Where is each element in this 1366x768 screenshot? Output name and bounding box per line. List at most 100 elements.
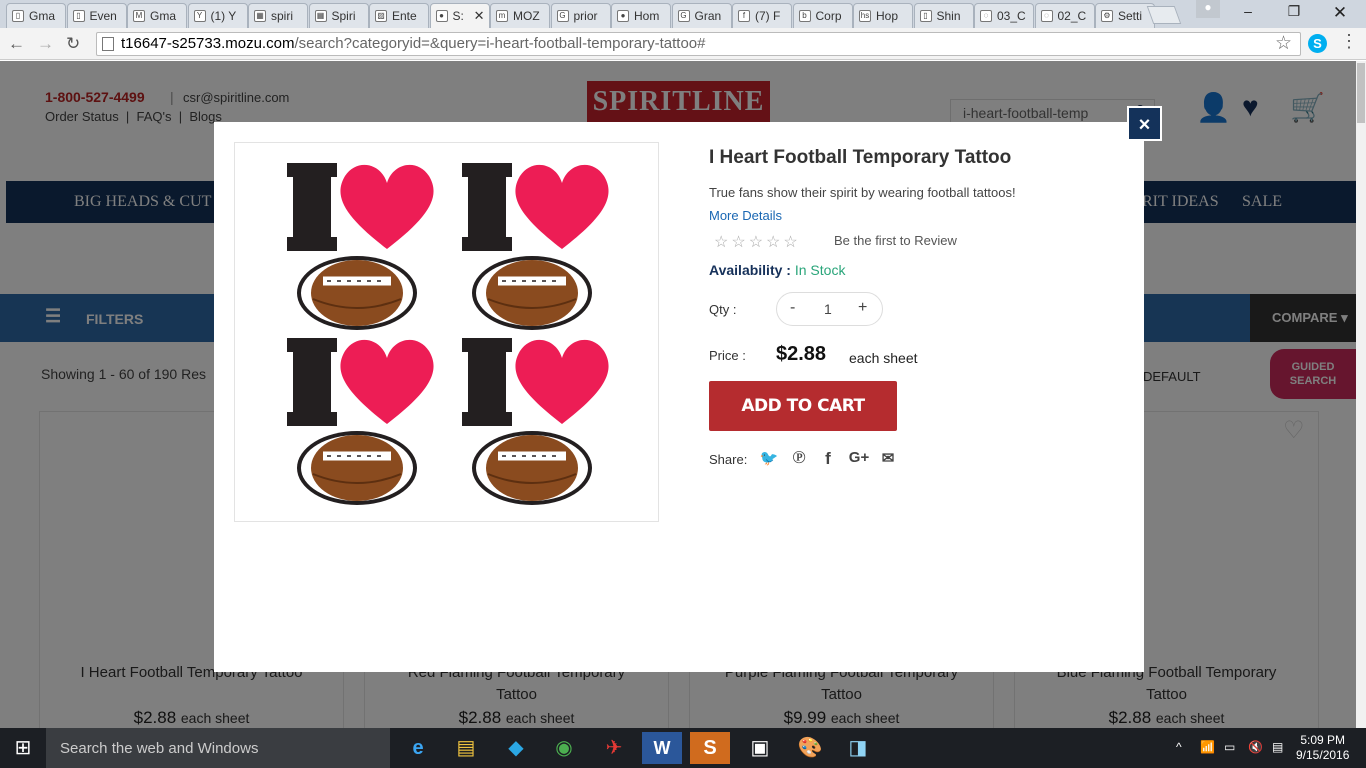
facebook-icon[interactable]: f [818,449,838,468]
volume-icon[interactable]: 🔇 [1248,740,1263,754]
browser-tab[interactable]: hs Hop [853,3,913,28]
review-link[interactable]: Be the first to Review [834,233,957,248]
availability-label: Availability [709,262,783,278]
product-title: I Heart Football Temporary Tattoo [709,147,1012,168]
url-input[interactable]: t16647-s25733.mozu.com/search?categoryid… [96,32,1301,56]
paint-icon[interactable]: 🎨 [790,732,830,764]
profile-icon[interactable]: ● [1196,0,1220,18]
browser-tab[interactable]: Y (1) Y [187,3,248,28]
price-value: $2.88 [776,343,827,365]
browser-tab[interactable]: ◌ 03_C [974,3,1034,28]
email-icon[interactable]: ✉ [878,449,898,467]
file-explorer-icon[interactable]: ▤ [446,732,486,764]
G-favicon-icon: G [556,10,569,22]
clock-time: 5:09 PM [1300,733,1346,747]
qty-increase-button[interactable]: + [858,299,867,317]
browser-tab[interactable]: b Corp [792,3,853,28]
rating-stars[interactable]: ☆☆☆☆☆ [714,232,801,252]
sheet-favicon-icon: ▦ [314,10,327,22]
google-plus-icon[interactable]: G+ [845,449,873,467]
browser-tab-title: 02_C [1057,9,1087,23]
browser-tab[interactable]: ▯ Shin [913,3,974,28]
doc-favicon-icon: ▯ [72,10,85,22]
notes-icon[interactable]: ◨ [838,732,878,764]
back-icon[interactable]: ← [8,34,25,54]
action-center-icon[interactable]: ▤ [1272,740,1283,754]
qty-decrease-button[interactable]: - [790,299,795,317]
browser-tab-title: Spiri [331,9,356,23]
app-icon[interactable]: ✈ [594,732,634,764]
browser-tab[interactable]: ▯ Even [66,3,127,28]
page-scrollbar[interactable] [1356,61,1366,728]
add-to-cart-button[interactable]: ADD TO CART [709,381,897,431]
browser-tab[interactable]: ▯ Gma [6,3,66,28]
close-modal-button[interactable]: × [1127,106,1162,141]
minimize-button[interactable]: – [1233,3,1263,19]
tattoo-sheet-graphic [235,143,658,521]
browser-tab[interactable]: ◌ 02_C [1034,3,1095,28]
quantity-stepper: - 1 + [776,292,883,326]
skype-icon[interactable]: S [690,732,730,764]
browser-tab-title: prior [573,9,598,23]
qty-input[interactable]: 1 [824,301,832,317]
taskbar-clock[interactable]: 5:09 PM 9/15/2016 [1296,733,1349,763]
browser-tab-title: Hop [876,9,899,23]
spin-favicon-icon: ◌ [1040,10,1053,22]
taskbar-search-input[interactable]: Search the web and Windows [46,728,390,768]
browser-tab-title: Gma [150,9,177,23]
product-description: True fans show their spirit by wearing f… [709,185,1016,200]
url-host: t16647-s25733.mozu.com [121,35,295,52]
product-image [234,142,659,522]
close-window-button[interactable]: ✕ [1325,3,1355,23]
chrome-menu-icon[interactable]: ⋮ [1340,31,1358,52]
battery-icon[interactable]: ▭ [1224,740,1235,754]
edge-icon[interactable]: e [398,732,438,764]
sheet-favicon-icon: ▦ [254,10,266,22]
browser-tab-title: spiri [271,9,294,23]
forward-icon[interactable]: → [37,34,54,54]
store-icon[interactable]: ◆ [496,732,536,764]
pinterest-icon[interactable]: ℗ [789,447,809,467]
browser-tab-title: Hom [634,9,660,23]
windows-taskbar: ⊞ Search the web and Windows e ▤ ◆ ◉ ✈ W… [0,728,1366,768]
browser-tab[interactable]: m MOZ [490,3,550,28]
twitter-icon[interactable]: 🐦 [759,449,779,467]
browser-tab[interactable]: ● Hom [611,3,671,28]
word-icon[interactable]: W [642,732,682,764]
browser-tab[interactable]: Gprior [550,3,611,28]
pin-favicon-icon: ● [617,10,629,22]
Y-favicon-icon: Y [193,10,206,22]
doc-favicon-icon: ▯ [919,10,932,22]
qty-label: Qty : [709,302,737,317]
M-favicon-icon: M [133,10,145,22]
maximize-button[interactable]: ❐ [1279,3,1309,20]
browser-tab[interactable]: ▦ spiri [248,3,308,28]
price-unit: each sheet [849,350,918,366]
chevron-up-icon[interactable]: ^ [1176,740,1182,754]
hs-favicon-icon: hs [859,10,871,22]
browser-tab-title: Gran [694,9,722,23]
chrome-icon[interactable]: ◉ [544,732,584,764]
browser-tab[interactable]: f (7) F [732,3,792,28]
browser-tab[interactable]: M Gma [127,3,187,28]
browser-tab[interactable]: ● S: ✕ [429,3,490,28]
browser-tab[interactable]: ▨ Ente [369,3,429,28]
bookmark-star-icon[interactable]: ☆ [1275,32,1292,55]
browser-tab[interactable]: G Gran [671,3,732,28]
spin-favicon-icon: ◌ [980,10,992,22]
wifi-icon[interactable]: 📶 [1200,740,1215,754]
G-favicon-icon: G [677,10,690,22]
f-favicon-icon: f [738,10,750,22]
browser-tab-title: Setti [1118,9,1143,23]
browser-tab-title: 03_C [997,9,1026,23]
new-tab-button[interactable] [1146,6,1182,24]
browser-tab-title: (1) Y [210,9,237,23]
browser-tab[interactable]: ▦ Spiri [308,3,369,28]
more-details-link[interactable]: More Details [709,208,782,223]
skype-extension-icon[interactable]: S [1308,34,1327,53]
windows-start-icon[interactable]: ⊞ [0,728,46,768]
scrollbar-thumb[interactable] [1357,63,1365,123]
close-tab-icon[interactable]: ✕ [474,8,485,24]
reload-icon[interactable]: ↻ [66,34,80,54]
photos-icon[interactable]: ▣ [740,732,780,764]
